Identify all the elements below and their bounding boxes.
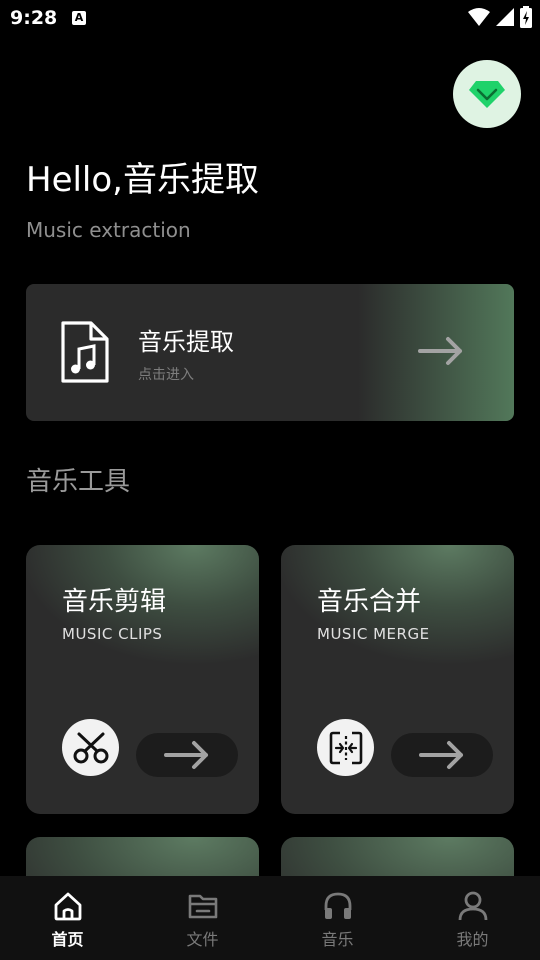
person-icon	[458, 891, 487, 921]
nav-label: 文件	[186, 930, 219, 949]
merge-icon	[317, 719, 374, 776]
section-title-tools: 音乐工具	[26, 467, 131, 497]
status-time: 9:28	[10, 7, 58, 29]
signal-icon	[496, 8, 514, 26]
nav-label: 音乐	[321, 930, 354, 949]
headphones-icon	[324, 892, 351, 919]
music-merge-go-button[interactable]	[391, 733, 493, 777]
music-file-icon	[61, 321, 109, 383]
music-clips-card[interactable]: 音乐剪辑 MUSIC CLIPS	[26, 545, 259, 814]
bottom-nav: 首页 文件 音乐 我的	[0, 876, 540, 960]
notification-icon: A	[72, 11, 86, 25]
nav-label: 首页	[51, 930, 84, 949]
arrow-right-icon	[164, 741, 208, 769]
arrow-right-icon	[418, 337, 462, 365]
music-extract-card[interactable]: 音乐提取 点击进入	[26, 284, 514, 421]
diamond-icon	[469, 81, 505, 108]
battery-icon	[520, 6, 532, 28]
status-icons	[468, 6, 532, 28]
music-extract-hint: 点击进入	[138, 367, 194, 383]
wifi-icon	[468, 8, 490, 26]
tool-title: 音乐合并	[317, 587, 422, 617]
nav-item-profile[interactable]: 我的	[405, 876, 540, 960]
folder-icon	[188, 894, 217, 919]
greeting-title: Hello,音乐提取	[26, 160, 259, 200]
arrow-right-icon	[419, 741, 463, 769]
tool-subtitle: MUSIC CLIPS	[62, 625, 163, 643]
nav-label: 我的	[456, 930, 489, 949]
nav-item-home[interactable]: 首页	[0, 876, 135, 960]
nav-item-music[interactable]: 音乐	[270, 876, 405, 960]
music-merge-card[interactable]: 音乐合并 MUSIC MERGE	[281, 545, 514, 814]
music-clips-go-button[interactable]	[136, 733, 238, 777]
tool-subtitle: MUSIC MERGE	[317, 625, 430, 643]
music-extract-title: 音乐提取	[138, 328, 234, 356]
greeting-subtitle: Music extraction	[26, 218, 191, 242]
tool-title: 音乐剪辑	[62, 587, 167, 617]
home-icon	[54, 892, 81, 921]
scissors-icon	[62, 719, 119, 776]
status-bar: 9:28 A	[0, 0, 540, 36]
vip-button[interactable]	[453, 60, 521, 128]
nav-item-files[interactable]: 文件	[135, 876, 270, 960]
